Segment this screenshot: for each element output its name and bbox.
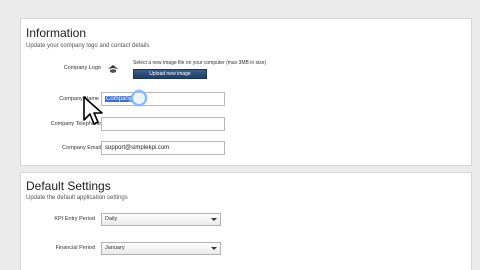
upload-image-button[interactable]: Upload new image <box>133 69 207 79</box>
information-panel: Information Update your company logo and… <box>20 18 472 166</box>
financial-period-select[interactable]: January <box>101 242 221 255</box>
chevron-down-icon <box>211 218 217 221</box>
financial-period-label: Financial Period <box>55 245 95 251</box>
kpi-entry-period-select[interactable]: Daily <box>101 213 221 226</box>
mouse-cursor-icon <box>83 96 103 125</box>
default-settings-panel: Default Settings Update the default appl… <box>20 172 472 270</box>
company-name-input[interactable]: Company <box>101 92 225 106</box>
company-email-input[interactable]: support@simplekpi.com <box>101 141 225 155</box>
upload-hint: Select a new image file on your computer… <box>133 60 267 66</box>
company-name-value: Company <box>105 96 133 102</box>
company-email-label: Company Email <box>62 145 101 151</box>
information-subtitle: Update your company logo and contact det… <box>26 43 150 49</box>
company-telephone-input[interactable] <box>101 117 225 131</box>
financial-period-value: January <box>105 245 125 251</box>
logo-placeholder-icon <box>108 65 118 73</box>
information-title: Information <box>26 26 87 40</box>
company-logo-label: Company Logo <box>63 65 101 71</box>
chevron-down-icon <box>211 247 217 250</box>
kpi-entry-period-label: KPI Entry Period <box>54 216 95 222</box>
kpi-entry-period-value: Daily <box>105 216 118 222</box>
default-settings-subtitle: Update the default application settings <box>26 195 128 201</box>
default-settings-title: Default Settings <box>26 179 111 193</box>
click-highlight <box>131 90 147 106</box>
